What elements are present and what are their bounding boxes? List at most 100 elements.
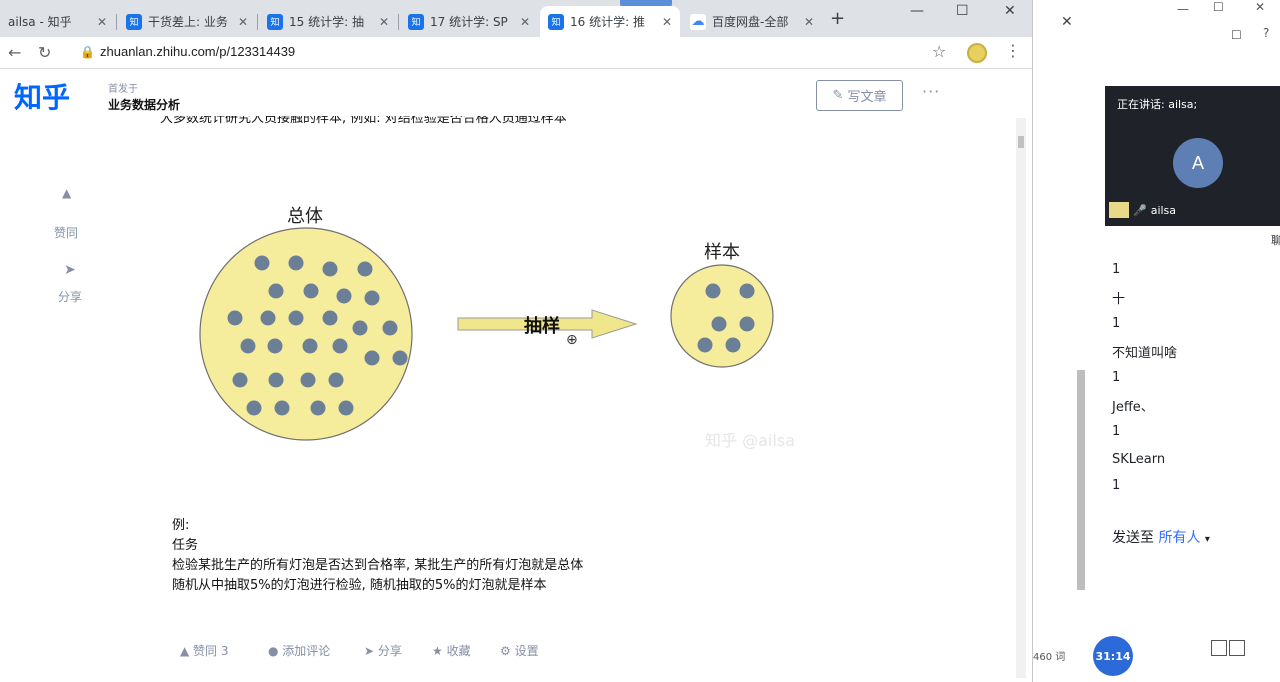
lock-icon[interactable]: 🔒: [80, 45, 95, 59]
share-button[interactable]: ➤ 分享: [364, 642, 402, 659]
send-to-label: 发送至: [1112, 530, 1154, 546]
address-bar: ← ↻ 🔒 zhuanlan.zhihu.com/p/123314439 ☆ ⋮: [0, 37, 1032, 69]
zhihu-logo[interactable]: 知乎: [14, 76, 70, 116]
tab-bar: ailsa - 知乎 ✕ 知 干货差上: 业务 ✕ 知 15 统计学: 抽 ✕ …: [0, 0, 1032, 37]
cut-tab-char: 聊: [1271, 234, 1280, 247]
like-button[interactable]: ▲ 赞同 3: [180, 642, 229, 659]
tab-label: 干货差上: 业务: [148, 15, 228, 29]
chat-message: SKLearn: [1112, 452, 1166, 467]
bookmark-star-icon[interactable]: ☆: [932, 42, 946, 61]
layout-icon[interactable]: [1229, 640, 1245, 656]
video-username: ailsa: [1150, 203, 1177, 217]
tab-divider: [116, 14, 117, 30]
rail-share-icon[interactable]: ➤: [64, 262, 76, 278]
dot: [382, 320, 398, 336]
write-article-button[interactable]: ✎ 写文章: [816, 80, 903, 111]
sample-explanation: 随机从中抽取5%的灯泡进行检验, 随机抽取的5%的灯泡就是样本: [172, 578, 547, 593]
close-icon[interactable]: ✕: [804, 15, 814, 29]
tab-stats-17[interactable]: 知 17 统计学: SP ✕: [400, 6, 538, 37]
tab-label: 17 统计学: SP: [430, 15, 508, 29]
close-icon[interactable]: ✕: [97, 15, 107, 29]
comment-button[interactable]: ● 添加评论: [268, 642, 330, 659]
user-thumbnail: [1109, 202, 1129, 218]
like-label: 赞同 3: [193, 644, 229, 658]
tab-divider: [398, 14, 399, 30]
close-icon[interactable]: ✕: [379, 15, 389, 29]
watermark: 知乎 @ailsa: [705, 431, 795, 450]
send-to-selector[interactable]: 发送至 所有人 ▾: [1112, 527, 1210, 547]
comment-icon: ●: [268, 644, 283, 658]
panel-close-window-icon[interactable]: ✕: [1255, 0, 1265, 14]
chevron-down-icon: ▾: [1204, 534, 1210, 545]
zoom-cursor-icon: ⊕: [566, 332, 578, 348]
tab-stats-15[interactable]: 知 15 统计学: 抽 ✕: [259, 6, 397, 37]
dot: [322, 261, 338, 277]
zhihu-header: 知乎 首发于 业务数据分析 ✎ 写文章 ···: [0, 70, 1032, 118]
reload-icon[interactable]: ↻: [38, 43, 51, 62]
panel-scrollbar[interactable]: [1077, 370, 1085, 590]
panel-close-icon[interactable]: ✕: [1061, 14, 1073, 30]
chat-message: Jeffe、: [1112, 400, 1154, 415]
page-scrollbar[interactable]: [1016, 118, 1026, 678]
share-label: 分享: [377, 644, 402, 658]
timer-badge[interactable]: 31:14: [1093, 636, 1133, 676]
mic-icon: 🎤: [1133, 203, 1147, 217]
url-field[interactable]: zhuanlan.zhihu.com/p/123314439: [100, 44, 295, 59]
dot: [267, 338, 283, 354]
sample-label: 样本: [704, 242, 740, 263]
tab-label: ailsa - 知乎: [8, 15, 72, 29]
maximize-button[interactable]: ☐: [956, 3, 969, 19]
diagram-svg: 总体 抽样 ⊕ 样本 知乎 @ailsa: [199, 206, 795, 450]
back-icon[interactable]: ←: [8, 43, 21, 62]
dot: [352, 320, 368, 336]
dot: [739, 283, 755, 299]
sampling-diagram: 总体 抽样 ⊕ 样本 知乎 @ailsa: [190, 196, 850, 466]
close-icon[interactable]: ✕: [238, 15, 248, 29]
extension-icon[interactable]: [967, 43, 987, 63]
panel-maximize-icon[interactable]: ☐: [1213, 0, 1224, 14]
grid-icon[interactable]: [1211, 640, 1227, 656]
tab-label: 百度网盘-全部: [712, 15, 789, 29]
column-prefix: 首发于: [108, 84, 138, 95]
close-icon[interactable]: ✕: [662, 15, 672, 29]
tab-ailsa-zhihu[interactable]: ailsa - 知乎 ✕: [0, 6, 115, 37]
browser-menu-icon[interactable]: ⋮: [1005, 41, 1021, 60]
zhihu-favicon-icon: 知: [267, 13, 283, 30]
cloud-icon: ☁: [690, 13, 706, 30]
sample-circle: [670, 264, 774, 368]
panel-restore-icon[interactable]: ☐: [1231, 28, 1242, 42]
favorite-button[interactable]: ★ 收藏: [432, 642, 471, 659]
tab-baidu-pan[interactable]: ☁ 百度网盘-全部 ✕: [682, 6, 822, 37]
dot: [697, 337, 713, 353]
dot: [739, 316, 755, 332]
dot: [302, 338, 318, 354]
help-icon[interactable]: ?: [1263, 26, 1269, 40]
close-icon[interactable]: ✕: [520, 15, 530, 29]
rail-share-label: 分享: [58, 290, 83, 304]
panel-minimize-icon[interactable]: —: [1177, 2, 1189, 16]
minimize-button[interactable]: —: [910, 3, 924, 19]
chat-message: 十: [1112, 292, 1126, 307]
more-icon[interactable]: ···: [922, 82, 940, 101]
dot: [254, 255, 270, 271]
close-window-button[interactable]: ✕: [1004, 3, 1016, 19]
example-line: 例:: [172, 518, 190, 533]
rail-like-icon[interactable]: ▲: [62, 186, 71, 200]
tab-divider: [257, 14, 258, 30]
chat-message: 不知道叫啥: [1112, 346, 1178, 361]
dot: [246, 400, 262, 416]
scrollbar-thumb[interactable]: [1018, 136, 1024, 148]
dot: [303, 283, 319, 299]
dot: [227, 310, 243, 326]
settings-button[interactable]: ⚙ 设置: [500, 642, 539, 659]
meeting-side-panel: ✕ — ☐ ✕ ☐ ? 正在讲话: ailsa; A 🎤 ailsa 聊 1 十…: [1032, 0, 1280, 682]
tab-business[interactable]: 知 干货差上: 业务 ✕: [118, 6, 256, 37]
tab-stats-16[interactable]: 知 16 统计学: 推 ✕: [540, 6, 680, 37]
send-to-target[interactable]: 所有人: [1158, 530, 1200, 546]
word-count: 460 词: [1033, 652, 1066, 663]
chat-message: 1: [1112, 478, 1121, 493]
dot: [260, 310, 276, 326]
column-title[interactable]: 业务数据分析: [108, 96, 180, 113]
dot: [240, 338, 256, 354]
new-tab-button[interactable]: +: [830, 8, 845, 29]
